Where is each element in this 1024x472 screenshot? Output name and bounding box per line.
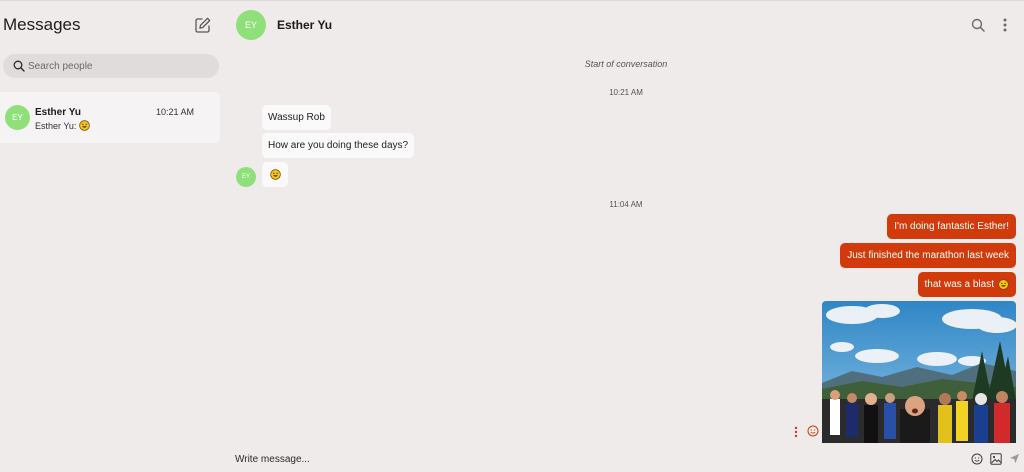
message-input[interactable] xyxy=(235,451,935,467)
search-icon xyxy=(13,60,25,72)
outgoing-message-text: that was a blast xyxy=(924,279,994,290)
outgoing-message[interactable]: Just finished the marathon last week xyxy=(840,243,1016,268)
sidebar: Messages EY Esther Yu 10:21 AM Esther Yu… xyxy=(0,1,226,472)
search-people-input[interactable] xyxy=(28,56,213,76)
grinning-face-emoji-icon xyxy=(998,279,1009,290)
more-vertical-icon[interactable] xyxy=(1000,17,1010,33)
incoming-message[interactable]: How are you doing these days? xyxy=(262,133,415,158)
conversation-time: 10:21 AM xyxy=(156,107,195,117)
timestamp-divider: 10:21 AM xyxy=(609,88,643,97)
outgoing-message[interactable]: I'm doing fantastic Esther! xyxy=(887,214,1016,239)
incoming-message-emoji[interactable] xyxy=(262,162,288,187)
search-icon[interactable] xyxy=(971,18,985,32)
compose-icon[interactable] xyxy=(194,16,212,34)
emoji-icon[interactable] xyxy=(971,453,983,465)
marathon-photo-message[interactable] xyxy=(822,301,1016,443)
conversation-preview: Esther Yu: xyxy=(35,120,91,131)
avatar: EY xyxy=(5,105,30,130)
start-of-conversation-label: Start of conversation xyxy=(584,59,668,69)
conversation-item-esther-yu[interactable]: EY Esther Yu 10:21 AM Esther Yu: xyxy=(0,92,220,143)
header-avatar[interactable]: EY xyxy=(236,10,266,40)
sender-avatar: EY xyxy=(236,167,256,187)
conversation-name: Esther Yu xyxy=(35,107,81,118)
more-vertical-icon[interactable] xyxy=(793,426,799,438)
conversation-preview-text: Esther Yu: xyxy=(35,120,77,131)
send-icon[interactable] xyxy=(1009,453,1020,464)
outgoing-message[interactable]: that was a blast xyxy=(917,272,1016,297)
grinning-face-emoji-icon xyxy=(79,120,91,131)
incoming-message[interactable]: Wassup Rob xyxy=(262,105,331,130)
timestamp-divider: 11:04 AM xyxy=(609,200,643,209)
sidebar-title: Messages xyxy=(3,15,81,34)
emoji-reaction-icon[interactable] xyxy=(807,425,819,437)
grinning-face-emoji-icon xyxy=(269,169,281,180)
outgoing-message-text: I'm doing fantastic Esther! xyxy=(894,221,1009,232)
header-contact-name[interactable]: Esther Yu xyxy=(277,18,332,32)
messaging-app: Messages EY Esther Yu 10:21 AM Esther Yu… xyxy=(0,0,1024,472)
search-people-box xyxy=(3,54,219,78)
outgoing-message-text: Just finished the marathon last week xyxy=(847,250,1009,261)
message-composer xyxy=(226,445,1024,472)
image-icon[interactable] xyxy=(990,453,1002,465)
